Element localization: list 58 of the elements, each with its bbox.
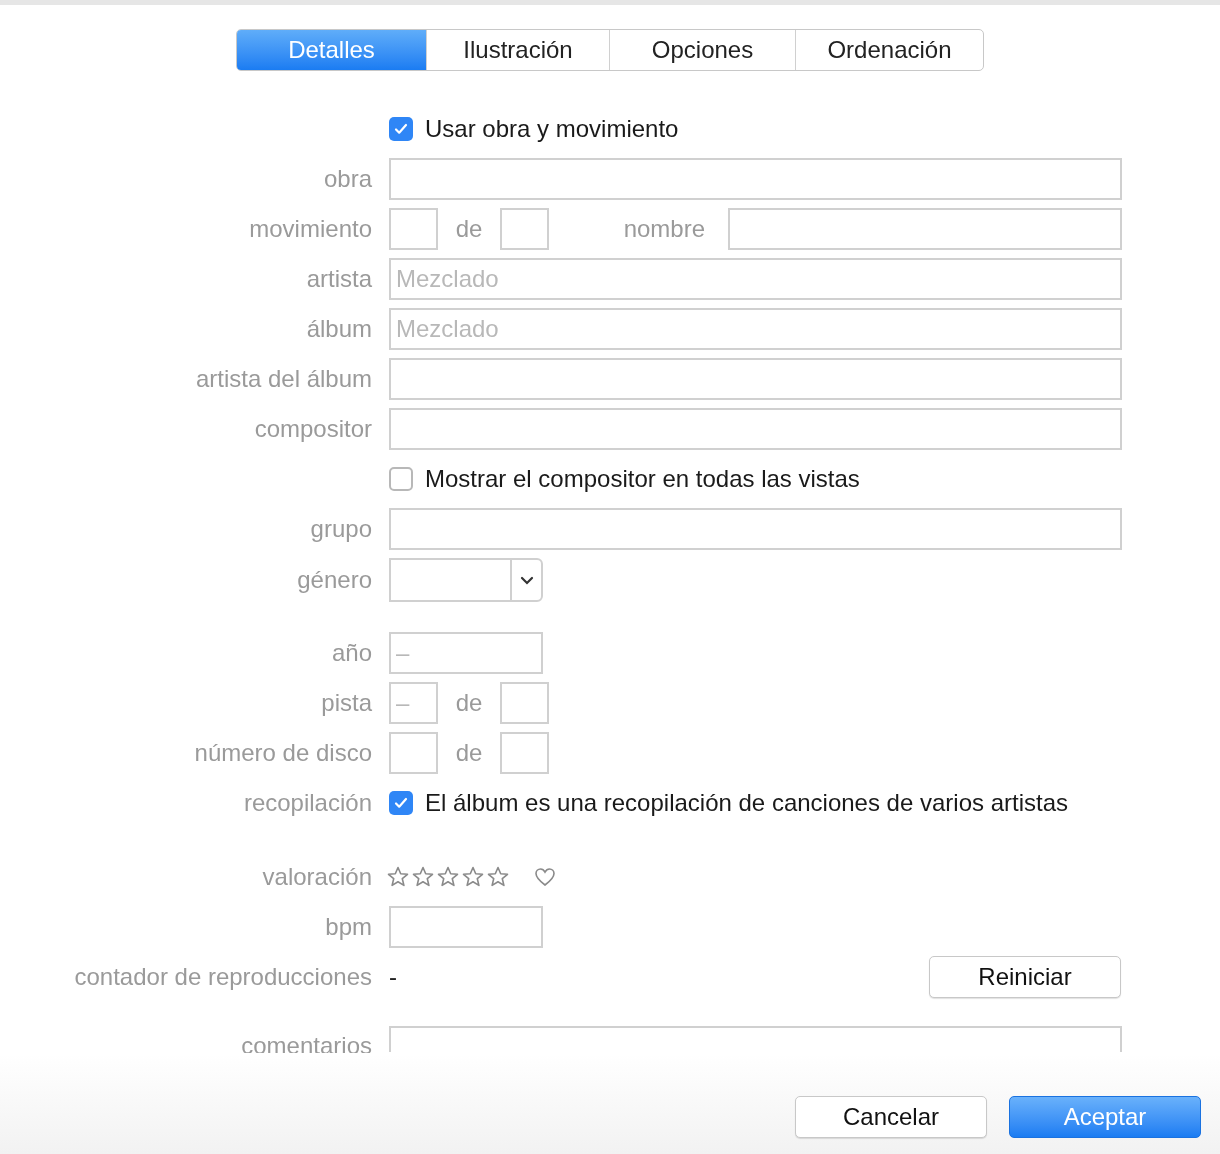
checkbox[interactable]	[389, 467, 413, 491]
field-label: obra	[323, 164, 372, 194]
tab[interactable]: Opciones	[609, 30, 795, 70]
play-count: -	[389, 962, 397, 992]
input-field[interactable]: –	[389, 682, 438, 724]
check-icon	[393, 121, 409, 137]
star-icon[interactable]	[386, 865, 410, 889]
field-label: álbum	[306, 314, 372, 344]
input-field[interactable]	[389, 158, 1122, 200]
input-field[interactable]: –	[389, 632, 543, 674]
reset-button[interactable]: Reiniciar	[929, 956, 1121, 998]
input-field[interactable]	[389, 508, 1122, 550]
field-label: contador de reproducciones	[74, 962, 372, 992]
star-icon[interactable]	[436, 865, 460, 889]
input-field[interactable]	[389, 408, 1122, 450]
dropdown[interactable]	[389, 558, 543, 602]
field-label: artista del álbum	[195, 364, 372, 394]
cancel-button[interactable]: Cancelar	[795, 1096, 987, 1138]
checkbox[interactable]	[389, 117, 413, 141]
field-label: año	[331, 638, 372, 668]
field-label: de	[454, 738, 484, 768]
field-label: pista	[321, 688, 372, 718]
input-field[interactable]: Mezclado	[389, 258, 1122, 300]
checkbox-label: Usar obra y movimiento	[425, 114, 679, 144]
field-label: de	[454, 214, 484, 244]
field-label: artista	[306, 264, 372, 294]
star-rating[interactable]	[386, 865, 510, 889]
field-label: nombre	[622, 214, 706, 244]
field-label: género	[297, 565, 372, 595]
field-label: recopilación	[243, 788, 372, 818]
checkbox-label: El álbum es una recopilación de canciones de varios artistas	[425, 788, 1069, 818]
star-icon[interactable]	[411, 865, 435, 889]
field-label: movimiento	[249, 214, 372, 244]
field-label: de	[454, 688, 484, 718]
heart-icon[interactable]	[534, 867, 556, 887]
input-field[interactable]	[389, 906, 543, 948]
check-icon	[393, 795, 409, 811]
field-label: valoración	[262, 862, 372, 892]
input-field[interactable]	[728, 208, 1122, 250]
input-field[interactable]	[500, 208, 549, 250]
star-icon[interactable]	[486, 865, 510, 889]
checkbox-label: Mostrar el compositor en todas las vistas	[425, 464, 860, 494]
field-label: compositor	[254, 414, 372, 444]
input-field[interactable]	[389, 358, 1122, 400]
input-field[interactable]	[500, 682, 549, 724]
input-field[interactable]: Mezclado	[389, 308, 1122, 350]
checkbox[interactable]	[389, 791, 413, 815]
field-label: bpm	[325, 912, 372, 942]
input-field[interactable]	[389, 208, 438, 250]
tab[interactable]: Ordenación	[795, 30, 983, 70]
comments-field[interactable]	[389, 1026, 1122, 1052]
input-field[interactable]	[500, 732, 549, 774]
chevron-down-icon	[519, 575, 534, 585]
input-field[interactable]	[389, 732, 438, 774]
star-icon[interactable]	[461, 865, 485, 889]
field-label: número de disco	[194, 738, 372, 768]
field-label: grupo	[310, 514, 372, 544]
tab[interactable]: Ilustración	[426, 30, 609, 70]
